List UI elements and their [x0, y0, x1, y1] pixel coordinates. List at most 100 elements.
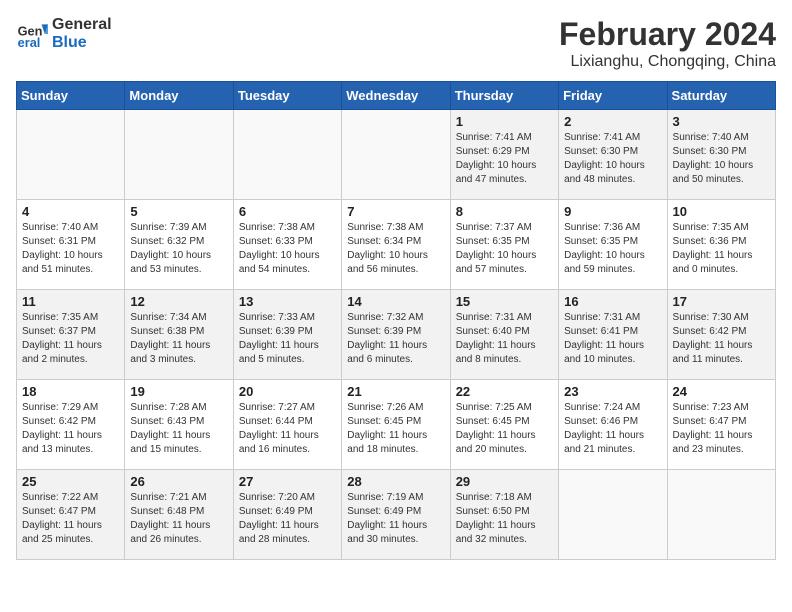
day-number: 6	[239, 204, 336, 219]
day-info: Sunrise: 7:38 AM Sunset: 6:34 PM Dayligh…	[347, 221, 444, 277]
day-info: Sunrise: 7:39 AM Sunset: 6:32 PM Dayligh…	[130, 221, 227, 277]
day-number: 22	[456, 384, 553, 399]
day-number: 21	[347, 384, 444, 399]
logo-icon: Gen eral	[16, 18, 48, 50]
day-number: 5	[130, 204, 227, 219]
header-day-wednesday: Wednesday	[342, 82, 450, 110]
day-info: Sunrise: 7:24 AM Sunset: 6:46 PM Dayligh…	[564, 401, 661, 457]
calendar-cell: 4 Sunrise: 7:40 AM Sunset: 6:31 PM Daylig…	[17, 200, 125, 290]
day-info: Sunrise: 7:26 AM Sunset: 6:45 PM Dayligh…	[347, 401, 444, 457]
calendar-cell: 19Sunrise: 7:28 AM Sunset: 6:43 PM Dayli…	[125, 380, 233, 470]
week-row-1: 4 Sunrise: 7:40 AM Sunset: 6:31 PM Daylig…	[17, 200, 776, 290]
calendar-cell: 6 Sunrise: 7:38 AM Sunset: 6:33 PM Daylig…	[233, 200, 341, 290]
day-info: Sunrise: 7:29 AM Sunset: 6:42 PM Dayligh…	[22, 401, 119, 457]
day-number: 25	[22, 474, 119, 489]
day-info: Sunrise: 7:40 AM Sunset: 6:31 PM Dayligh…	[22, 221, 119, 277]
calendar-cell: 26 Sunrise: 7:21 AM Sunset: 6:48 PM Dayli…	[125, 470, 233, 560]
calendar-cell: 25 Sunrise: 7:22 AM Sunset: 6:47 PM Dayli…	[17, 470, 125, 560]
day-number: 1	[456, 114, 553, 129]
calendar-cell: 27 Sunrise: 7:20 AM Sunset: 6:49 PM Dayli…	[233, 470, 341, 560]
day-number: 16	[564, 294, 661, 309]
header-row: SundayMondayTuesdayWednesdayThursdayFrid…	[17, 82, 776, 110]
day-number: 13	[239, 294, 336, 309]
day-number: 15	[456, 294, 553, 309]
calendar-table: SundayMondayTuesdayWednesdayThursdayFrid…	[16, 81, 776, 560]
calendar-cell: 5 Sunrise: 7:39 AM Sunset: 6:32 PM Daylig…	[125, 200, 233, 290]
calendar-cell: 10 Sunrise: 7:35 AM Sunset: 6:36 PM Dayli…	[667, 200, 775, 290]
day-number: 26	[130, 474, 227, 489]
calendar-cell: 9Sunrise: 7:36 AM Sunset: 6:35 PM Daylig…	[559, 200, 667, 290]
week-row-4: 25 Sunrise: 7:22 AM Sunset: 6:47 PM Dayli…	[17, 470, 776, 560]
calendar-cell: 8 Sunrise: 7:37 AM Sunset: 6:35 PM Daylig…	[450, 200, 558, 290]
day-number: 28	[347, 474, 444, 489]
day-info: Sunrise: 7:27 AM Sunset: 6:44 PM Dayligh…	[239, 401, 336, 457]
calendar-cell	[667, 470, 775, 560]
day-number: 20	[239, 384, 336, 399]
day-number: 29	[456, 474, 553, 489]
calendar-cell: 22 Sunrise: 7:25 AM Sunset: 6:45 PM Dayli…	[450, 380, 558, 470]
day-info: Sunrise: 7:40 AM Sunset: 6:30 PM Dayligh…	[673, 131, 770, 187]
calendar-cell: 16Sunrise: 7:31 AM Sunset: 6:41 PM Dayli…	[559, 290, 667, 380]
day-info: Sunrise: 7:37 AM Sunset: 6:35 PM Dayligh…	[456, 221, 553, 277]
week-row-3: 18 Sunrise: 7:29 AM Sunset: 6:42 PM Dayli…	[17, 380, 776, 470]
day-number: 8	[456, 204, 553, 219]
day-number: 10	[673, 204, 770, 219]
logo: Gen eral General Blue	[16, 16, 112, 52]
day-number: 12	[130, 294, 227, 309]
day-info: Sunrise: 7:34 AM Sunset: 6:38 PM Dayligh…	[130, 311, 227, 367]
calendar-cell	[559, 470, 667, 560]
logo-line2: Blue	[52, 34, 112, 52]
day-info: Sunrise: 7:18 AM Sunset: 6:50 PM Dayligh…	[456, 491, 553, 547]
day-info: Sunrise: 7:23 AM Sunset: 6:47 PM Dayligh…	[673, 401, 770, 457]
day-info: Sunrise: 7:32 AM Sunset: 6:39 PM Dayligh…	[347, 311, 444, 367]
main-title: February 2024	[559, 16, 776, 53]
calendar-cell: 15 Sunrise: 7:31 AM Sunset: 6:40 PM Dayli…	[450, 290, 558, 380]
calendar-cell: 1Sunrise: 7:41 AM Sunset: 6:29 PM Daylig…	[450, 110, 558, 200]
day-info: Sunrise: 7:22 AM Sunset: 6:47 PM Dayligh…	[22, 491, 119, 547]
day-number: 4	[22, 204, 119, 219]
day-info: Sunrise: 7:33 AM Sunset: 6:39 PM Dayligh…	[239, 311, 336, 367]
day-number: 23	[564, 384, 661, 399]
calendar-cell: 20 Sunrise: 7:27 AM Sunset: 6:44 PM Dayli…	[233, 380, 341, 470]
calendar-cell: 18 Sunrise: 7:29 AM Sunset: 6:42 PM Dayli…	[17, 380, 125, 470]
calendar-cell: 12 Sunrise: 7:34 AM Sunset: 6:38 PM Dayli…	[125, 290, 233, 380]
calendar-cell: 24 Sunrise: 7:23 AM Sunset: 6:47 PM Dayli…	[667, 380, 775, 470]
week-row-0: 1Sunrise: 7:41 AM Sunset: 6:29 PM Daylig…	[17, 110, 776, 200]
calendar-header: SundayMondayTuesdayWednesdayThursdayFrid…	[17, 82, 776, 110]
header-day-thursday: Thursday	[450, 82, 558, 110]
day-number: 11	[22, 294, 119, 309]
header-day-saturday: Saturday	[667, 82, 775, 110]
day-number: 18	[22, 384, 119, 399]
page-header: Gen eral General Blue February 2024 Lixi…	[16, 16, 776, 71]
calendar-cell: 3Sunrise: 7:40 AM Sunset: 6:30 PM Daylig…	[667, 110, 775, 200]
day-info: Sunrise: 7:25 AM Sunset: 6:45 PM Dayligh…	[456, 401, 553, 457]
day-info: Sunrise: 7:21 AM Sunset: 6:48 PM Dayligh…	[130, 491, 227, 547]
calendar-cell	[125, 110, 233, 200]
day-number: 27	[239, 474, 336, 489]
day-number: 7	[347, 204, 444, 219]
header-day-monday: Monday	[125, 82, 233, 110]
day-info: Sunrise: 7:30 AM Sunset: 6:42 PM Dayligh…	[673, 311, 770, 367]
logo-line1: General	[52, 16, 112, 34]
day-info: Sunrise: 7:31 AM Sunset: 6:40 PM Dayligh…	[456, 311, 553, 367]
calendar-cell: 7 Sunrise: 7:38 AM Sunset: 6:34 PM Daylig…	[342, 200, 450, 290]
day-info: Sunrise: 7:35 AM Sunset: 6:37 PM Dayligh…	[22, 311, 119, 367]
day-info: Sunrise: 7:20 AM Sunset: 6:49 PM Dayligh…	[239, 491, 336, 547]
day-info: Sunrise: 7:38 AM Sunset: 6:33 PM Dayligh…	[239, 221, 336, 277]
subtitle: Lixianghu, Chongqing, China	[559, 53, 776, 71]
day-number: 24	[673, 384, 770, 399]
calendar-cell: 29 Sunrise: 7:18 AM Sunset: 6:50 PM Dayli…	[450, 470, 558, 560]
week-row-2: 11 Sunrise: 7:35 AM Sunset: 6:37 PM Dayli…	[17, 290, 776, 380]
calendar-cell: 13 Sunrise: 7:33 AM Sunset: 6:39 PM Dayli…	[233, 290, 341, 380]
day-number: 19	[130, 384, 227, 399]
day-number: 2	[564, 114, 661, 129]
day-info: Sunrise: 7:41 AM Sunset: 6:30 PM Dayligh…	[564, 131, 661, 187]
calendar-cell	[233, 110, 341, 200]
day-info: Sunrise: 7:35 AM Sunset: 6:36 PM Dayligh…	[673, 221, 770, 277]
calendar-cell: 14Sunrise: 7:32 AM Sunset: 6:39 PM Dayli…	[342, 290, 450, 380]
day-info: Sunrise: 7:19 AM Sunset: 6:49 PM Dayligh…	[347, 491, 444, 547]
title-area: February 2024 Lixianghu, Chongqing, Chin…	[559, 16, 776, 71]
calendar-cell: 2 Sunrise: 7:41 AM Sunset: 6:30 PM Daylig…	[559, 110, 667, 200]
header-day-sunday: Sunday	[17, 82, 125, 110]
day-number: 9	[564, 204, 661, 219]
